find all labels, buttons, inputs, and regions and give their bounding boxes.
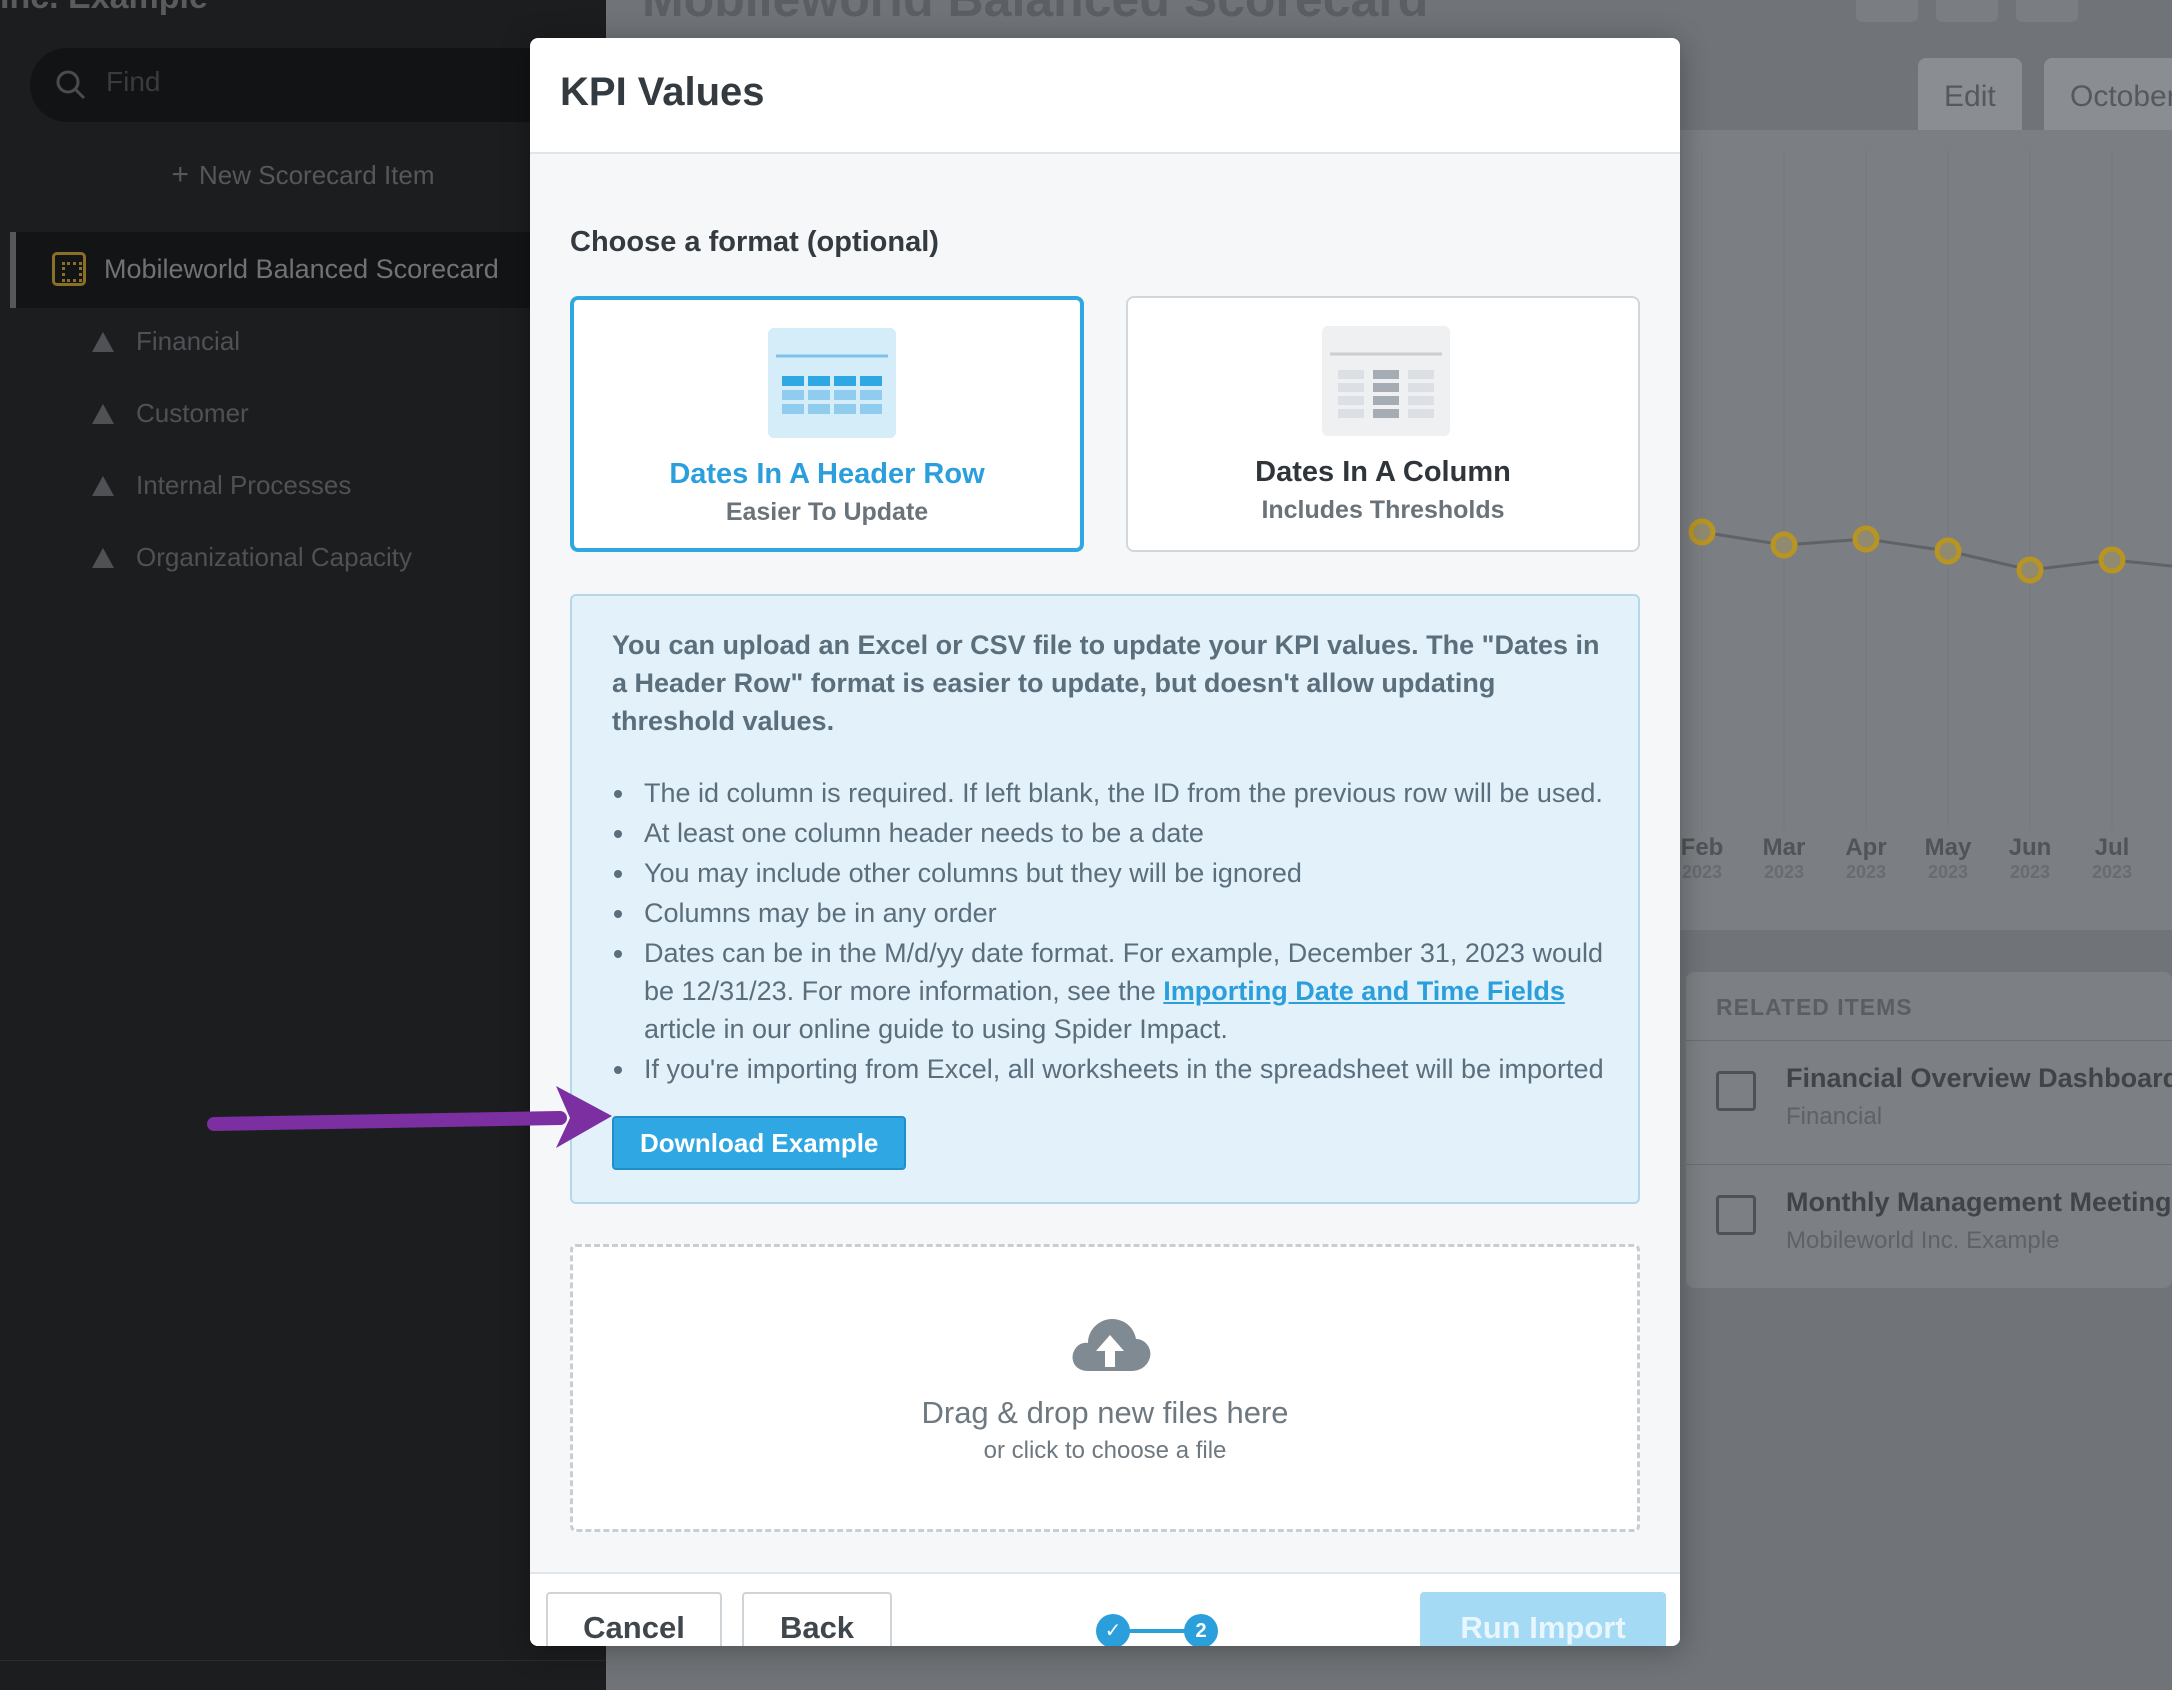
cancel-button[interactable]: Cancel [546,1592,722,1646]
sidebar: Inc. Example Find + New Scorecard Item Mo… [0,0,606,1690]
kpi-values-dialog: KPI Values Choose a format (optional) Da… [530,38,1680,1646]
related-item[interactable]: Financial Overview Dashboard Financial [1686,1040,2172,1162]
breadcrumb: Inc. Example [0,0,208,17]
related-items-panel: RELATED ITEMS Financial Overview Dashboa… [1686,972,2172,1288]
sidebar-search[interactable]: Find [30,48,606,122]
sidebar-item-internal-processes[interactable]: Internal Processes [92,470,351,501]
dialog-footer: Cancel Back ✓ 2 Run Import [530,1572,1680,1646]
scorecard-icon [52,252,86,286]
import-info-box: You can upload an Excel or CSV file to u… [570,594,1640,1204]
related-item-subtitle: Financial [1786,1103,1883,1130]
back-button[interactable]: Back [742,1592,892,1646]
sidebar-footer [0,1660,606,1690]
sidebar-item-scorecard[interactable]: Mobileworld Balanced Scorecard [10,232,606,308]
book-icon [1716,1195,1756,1235]
x-tick-label: Jul 2023 [2091,834,2133,883]
list-item: If you're importing from Excel, all work… [612,1050,1622,1088]
sidebar-item-label: Mobileworld Balanced Scorecard [104,254,499,284]
format-label: Choose a format (optional) [570,226,939,258]
x-tick-label: Apr 2023 [1845,834,1887,883]
list-item: Columns may be in any order [612,894,1622,932]
top-toolbar [1856,0,2172,22]
list-item: The id column is required. If left blank… [612,774,1622,812]
step-2-indicator: 2 [1184,1614,1218,1646]
sidebar-item-customer[interactable]: Customer [92,398,249,429]
info-paragraph: You can upload an Excel or CSV file to u… [612,630,1600,736]
sidebar-item-label: Financial [136,326,241,356]
info-list: The id column is required. If left blank… [612,774,1622,1090]
column-table-icon [1322,326,1450,436]
format-subtitle: Includes Thresholds [1261,496,1505,524]
step-complete-check-icon: ✓ [1096,1614,1130,1646]
format-option-header-row[interactable]: Dates In A Header Row Easier To Update [570,296,1084,552]
list-item: Dates can be in the M/d/yy date format. … [612,934,1622,1048]
sidebar-item-organizational-capacity[interactable]: Organizational Capacity [92,542,412,573]
user-icon[interactable] [2016,0,2078,22]
list-item: You may include other columns but they w… [612,854,1622,892]
annotation-arrow-icon [207,1086,612,1148]
format-title: Dates In A Header Row [669,458,985,490]
dialog-body: Choose a format (optional) Dates In A He… [530,154,1680,1572]
triangle-icon [92,548,114,568]
format-option-column[interactable]: Dates In A Column Includes Thresholds [1126,296,1640,552]
x-tick-label: May 2023 [1924,834,1972,883]
drop-zone-title: Drag & drop new files here [921,1395,1289,1430]
list-item-text: article in our online guide to using Spi… [644,1014,1228,1044]
triangle-icon [92,332,114,352]
format-subtitle: Easier To Update [725,498,929,526]
new-scorecard-item-label: New Scorecard Item [199,160,435,190]
sidebar-item-label: Customer [136,398,249,428]
format-title: Dates In A Column [1255,456,1511,488]
info-icon[interactable] [1856,0,1918,22]
x-tick-label: Mar 2023 [1762,834,1806,883]
run-import-button[interactable]: Run Import [1420,1592,1666,1646]
list-item: At least one column header needs to be a… [612,814,1622,852]
search-input[interactable]: Find [106,66,160,98]
triangle-icon [92,404,114,424]
sidebar-item-label: Organizational Capacity [136,542,413,572]
search-icon [56,70,86,100]
wizard-stepper: ✓ 2 [1096,1614,1220,1646]
page-title: Mobileworld Balanced Scorecard [642,0,1428,28]
header-row-table-icon [768,328,896,438]
related-item[interactable]: Monthly Management Meeting Mobileworld I… [1686,1164,2172,1286]
importing-date-time-link[interactable]: Importing Date and Time Fields [1163,976,1565,1006]
related-item-title: Monthly Management Meeting [1786,1187,2172,1217]
plus-icon: + [171,158,189,191]
new-scorecard-item-button[interactable]: + New Scorecard Item [0,158,606,192]
drop-zone-subtitle: or click to choose a file [983,1437,1227,1464]
triangle-icon [92,476,114,496]
sidebar-item-label: Internal Processes [136,470,352,500]
cloud-upload-icon [1072,1319,1151,1371]
x-tick-label: Jun 2023 [2008,834,2052,883]
x-tick-label: Feb 2023 [1680,834,1724,883]
star-icon[interactable] [1936,0,1998,22]
related-items-header: RELATED ITEMS [1716,994,1913,1020]
dialog-header: KPI Values [530,38,1680,154]
file-drop-zone[interactable]: Drag & drop new files here or click to c… [570,1244,1640,1532]
dialog-title: KPI Values [560,70,765,114]
related-item-title: Financial Overview Dashboard [1786,1063,2172,1093]
dashboard-icon [1716,1071,1756,1111]
chart-line [1688,150,2172,830]
tab-edit[interactable]: Edit [1918,58,2022,134]
download-example-button[interactable]: Download Example [612,1116,907,1170]
sidebar-item-financial[interactable]: Financial [92,326,240,357]
tab-period[interactable]: October [2044,58,2172,134]
related-item-subtitle: Mobileworld Inc. Example [1786,1227,2060,1254]
